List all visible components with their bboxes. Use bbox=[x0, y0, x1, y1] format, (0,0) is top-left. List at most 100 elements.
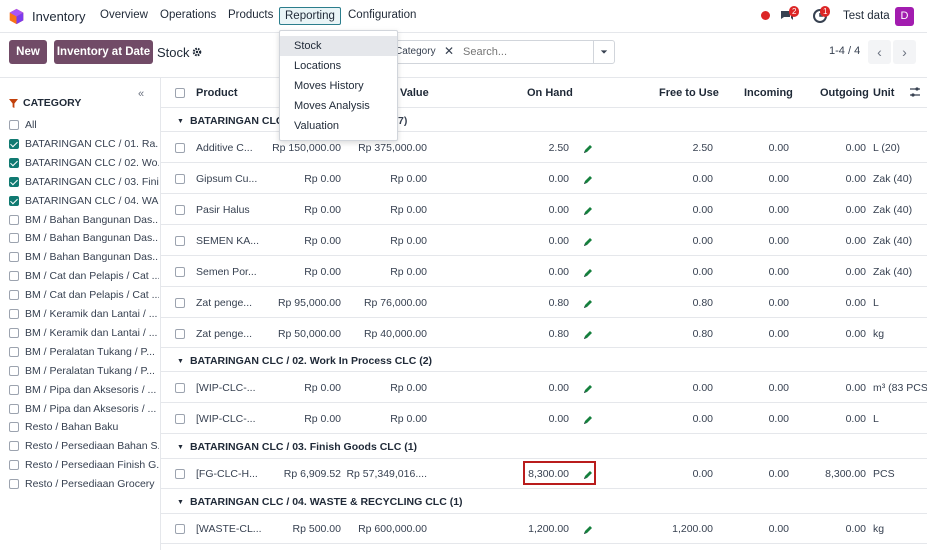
header-outgoing[interactable]: Outgoing bbox=[820, 87, 869, 99]
row-checkbox[interactable] bbox=[175, 236, 185, 246]
column-settings-icon[interactable] bbox=[909, 86, 921, 98]
pencil-icon[interactable] bbox=[583, 237, 593, 247]
category-checkbox[interactable] bbox=[9, 346, 19, 357]
header-unit[interactable]: Unit bbox=[873, 87, 894, 99]
menu-item-stock[interactable]: Stock bbox=[280, 36, 397, 56]
category-item[interactable]: BM / Cat dan Pelapis / Cat ... bbox=[9, 269, 159, 283]
category-checkbox[interactable] bbox=[9, 157, 19, 168]
category-item[interactable]: BM / Peralatan Tukang / P... bbox=[9, 345, 159, 359]
category-item[interactable]: BM / Keramik dan Lantai / ... bbox=[9, 307, 159, 321]
category-item[interactable]: BATARINGAN CLC / 04. WA... bbox=[9, 194, 159, 208]
search-options-toggle[interactable] bbox=[593, 41, 614, 63]
category-checkbox[interactable] bbox=[9, 271, 19, 282]
category-checkbox[interactable] bbox=[9, 214, 19, 225]
category-checkbox[interactable] bbox=[9, 138, 19, 149]
category-item[interactable]: BM / Bahan Bangunan Das... bbox=[9, 231, 159, 245]
pencil-icon[interactable] bbox=[583, 415, 593, 425]
category-checkbox[interactable] bbox=[9, 120, 19, 130]
category-item[interactable]: All bbox=[9, 118, 159, 132]
search-input[interactable] bbox=[463, 46, 583, 58]
table-row[interactable]: Zat penge... Rp 50,000.00 Rp 40,000.00 0.80… bbox=[161, 317, 927, 348]
inventory-app-icon[interactable] bbox=[8, 8, 25, 25]
pencil-icon[interactable] bbox=[583, 525, 593, 535]
header-on-hand[interactable]: On Hand bbox=[527, 87, 573, 99]
row-checkbox[interactable] bbox=[175, 174, 185, 184]
table-row[interactable]: [WIP-CLC-... Rp 0.00 Rp 0.00 0.00 0.00 0.00 0.… bbox=[161, 402, 927, 433]
category-checkbox[interactable] bbox=[9, 479, 19, 490]
collapse-sidebar-icon[interactable]: « bbox=[138, 88, 144, 100]
category-checkbox[interactable] bbox=[9, 233, 19, 244]
row-checkbox[interactable] bbox=[175, 298, 185, 308]
pencil-icon[interactable] bbox=[583, 144, 593, 154]
row-checkbox[interactable] bbox=[175, 329, 185, 339]
row-checkbox[interactable] bbox=[175, 267, 185, 277]
category-item[interactable]: BATARINGAN CLC / 03. Fini... bbox=[9, 175, 159, 189]
category-checkbox[interactable] bbox=[9, 403, 19, 414]
category-item[interactable]: Resto / Bahan Baku bbox=[9, 420, 159, 434]
header-free-to-use[interactable]: Free to Use bbox=[659, 87, 719, 99]
pencil-icon[interactable] bbox=[583, 299, 593, 309]
row-checkbox[interactable] bbox=[175, 383, 185, 393]
menu-item-moves-history[interactable]: Moves History bbox=[280, 76, 397, 96]
previous-page-button[interactable]: ‹ bbox=[868, 40, 891, 64]
row-checkbox[interactable] bbox=[175, 205, 185, 215]
header-product[interactable]: Product bbox=[196, 87, 238, 99]
category-checkbox[interactable] bbox=[9, 384, 19, 395]
category-item[interactable]: BM / Bahan Bangunan Das... bbox=[9, 250, 159, 264]
pencil-icon[interactable] bbox=[583, 268, 593, 278]
close-icon[interactable]: ✕ bbox=[444, 44, 454, 58]
category-item[interactable]: BM / Keramik dan Lantai / ... bbox=[9, 326, 159, 340]
category-item[interactable]: BM / Pipa dan Aksesoris / ... bbox=[9, 383, 159, 397]
category-item[interactable]: Resto / Persediaan Grocery bbox=[9, 477, 159, 491]
category-item[interactable]: Resto / Persediaan Bahan S... bbox=[9, 439, 159, 453]
next-page-button[interactable]: › bbox=[893, 40, 916, 64]
group-row-raw-material[interactable]: BATARINGAN CLC 7) bbox=[161, 107, 927, 131]
new-button[interactable]: New bbox=[9, 40, 47, 64]
menu-item-valuation[interactable]: Valuation bbox=[280, 116, 397, 136]
category-checkbox[interactable] bbox=[9, 327, 19, 338]
menu-products[interactable]: Products bbox=[228, 9, 273, 21]
row-checkbox[interactable] bbox=[175, 414, 185, 424]
status-dot-icon[interactable] bbox=[761, 11, 770, 20]
row-checkbox[interactable] bbox=[175, 524, 185, 534]
pencil-icon[interactable] bbox=[583, 330, 593, 340]
category-item[interactable]: BM / Pipa dan Aksesoris / ... bbox=[9, 402, 159, 416]
menu-item-moves-analysis[interactable]: Moves Analysis bbox=[280, 96, 397, 116]
pencil-icon[interactable] bbox=[583, 384, 593, 394]
table-row[interactable]: Semen Por... Rp 0.00 Rp 0.00 0.00 0.00 0.00 0.… bbox=[161, 255, 927, 286]
header-value[interactable]: Value bbox=[400, 87, 429, 99]
row-checkbox[interactable] bbox=[175, 143, 185, 153]
header-incoming[interactable]: Incoming bbox=[744, 87, 793, 99]
row-checkbox[interactable] bbox=[175, 469, 185, 479]
category-checkbox[interactable] bbox=[9, 309, 19, 319]
menu-configuration[interactable]: Configuration bbox=[348, 9, 416, 21]
pencil-icon[interactable] bbox=[583, 206, 593, 216]
category-checkbox[interactable] bbox=[9, 365, 19, 376]
menu-operations[interactable]: Operations bbox=[160, 9, 216, 21]
menu-item-locations[interactable]: Locations bbox=[280, 56, 397, 76]
pager-value[interactable]: 1-4 / 4 bbox=[829, 45, 860, 57]
group-row-work-in-process[interactable]: BATARINGAN CLC / 02. Work In Process CLC… bbox=[161, 347, 927, 371]
table-row[interactable]: SEMEN KA... Rp 0.00 Rp 0.00 0.00 0.00 0.00 0.0… bbox=[161, 224, 927, 255]
category-checkbox[interactable] bbox=[9, 422, 19, 433]
inventory-at-date-button[interactable]: Inventory at Date bbox=[54, 40, 153, 64]
category-item[interactable]: BATARINGAN CLC / 02. Wo... bbox=[9, 156, 159, 170]
category-checkbox[interactable] bbox=[9, 252, 19, 263]
category-checkbox[interactable] bbox=[9, 176, 19, 187]
table-row[interactable]: Additive C... Rp 150,000.00 Rp 375,000.00 2… bbox=[161, 131, 927, 162]
pencil-icon[interactable] bbox=[583, 175, 593, 185]
table-row[interactable]: Pasir Halus Rp 0.00 Rp 0.00 0.00 0.00 0.00 0.0… bbox=[161, 193, 927, 224]
category-checkbox[interactable] bbox=[9, 195, 19, 206]
table-row[interactable]: [WIP-CLC-... Rp 0.00 Rp 0.00 0.00 0.00 0.00 0.… bbox=[161, 371, 927, 402]
category-item[interactable]: Resto / Persediaan Finish G... bbox=[9, 458, 159, 472]
category-item[interactable]: BM / Bahan Bangunan Das... bbox=[9, 213, 159, 227]
group-row-finish-goods[interactable]: BATARINGAN CLC / 03. Finish Goods CLC (1… bbox=[161, 433, 927, 457]
category-checkbox[interactable] bbox=[9, 460, 19, 471]
company-name[interactable]: Test data bbox=[843, 10, 890, 22]
category-item[interactable]: BATARINGAN CLC / 01. Ra... bbox=[9, 137, 159, 151]
table-row[interactable]: [WASTE-CL... Rp 500.00 Rp 600,000.00 1,200.… bbox=[161, 513, 927, 543]
table-row[interactable]: Gipsum Cu... Rp 0.00 Rp 0.00 0.00 0.00 0.00 0.… bbox=[161, 162, 927, 193]
category-item[interactable]: BM / Cat dan Pelapis / Cat ... bbox=[9, 288, 159, 302]
select-all-checkbox[interactable] bbox=[175, 88, 185, 98]
app-name[interactable]: Inventory bbox=[32, 9, 85, 24]
